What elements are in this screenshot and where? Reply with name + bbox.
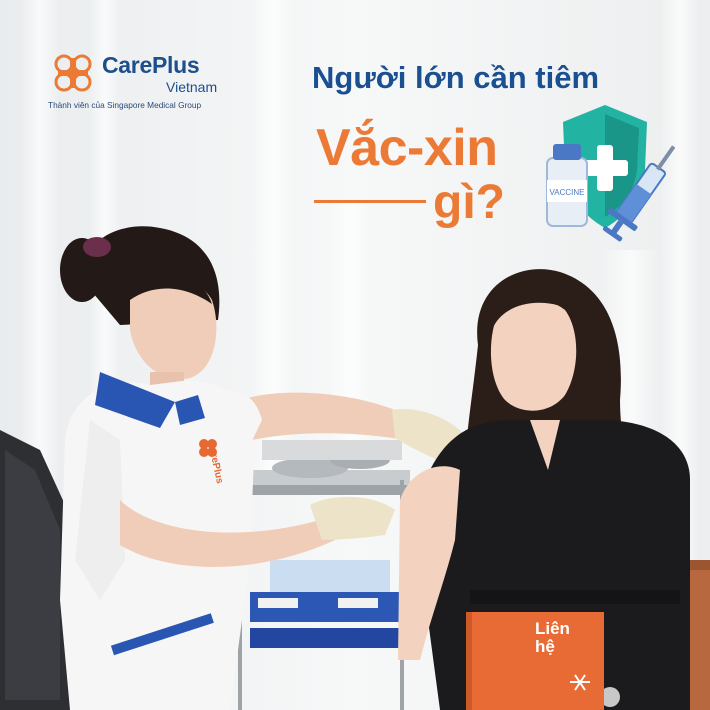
brand-tagline: Thành viên của Singapore Medical Group xyxy=(48,100,202,110)
careplus-logo[interactable]: CarePlus Vietnam Thành viên của Singapor… xyxy=(48,46,248,116)
brand-name: CarePlus xyxy=(102,52,200,78)
scene: CarePlus Vietnam Thành viên của Singapor… xyxy=(0,0,710,710)
booklet-title-line-1: Liên xyxy=(535,619,570,638)
booklet-title-line-2: hệ xyxy=(535,637,555,656)
vaccine-shield-icon: VACCINE xyxy=(546,105,675,242)
headline-line-3: gì? xyxy=(433,176,505,229)
headline-line-2: Vắc-xin xyxy=(316,119,498,177)
brand-subtitle: Vietnam xyxy=(166,79,218,95)
headline-line-1: Người lớn cần tiêm xyxy=(312,60,600,95)
booklet-title: Liên hệ xyxy=(535,620,570,656)
vial-label: VACCINE xyxy=(550,188,585,197)
headline-divider xyxy=(314,200,426,203)
vaccine-vial-icon: VACCINE xyxy=(546,144,588,227)
careplus-logo-mark-icon xyxy=(54,54,92,92)
